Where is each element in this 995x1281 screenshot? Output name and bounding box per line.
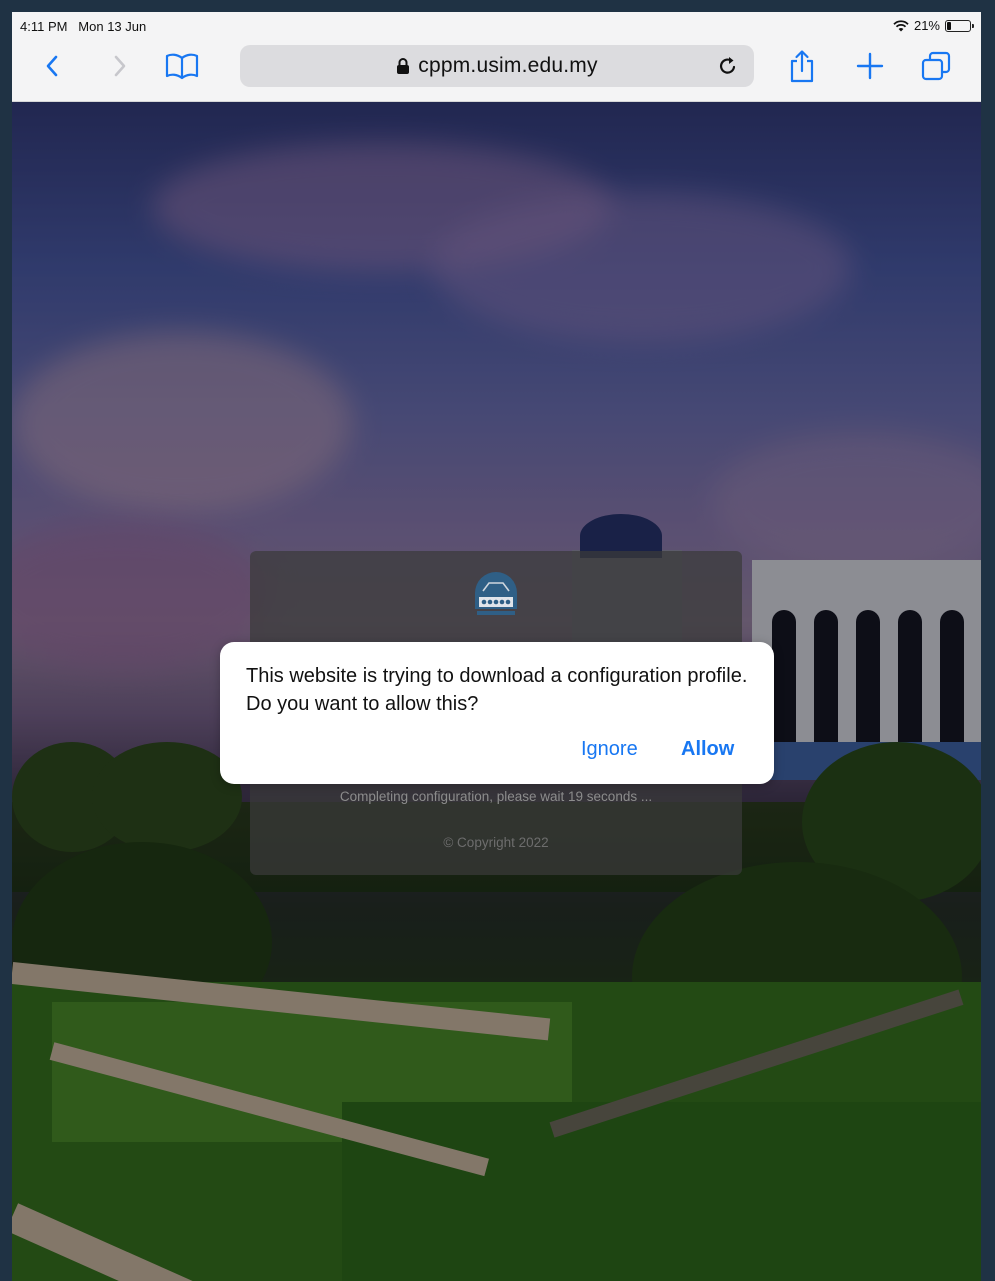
tabs-icon xyxy=(921,51,951,81)
status-bar: 4:11 PM Mon 13 Jun 21% xyxy=(12,12,981,40)
ignore-button[interactable]: Ignore xyxy=(581,738,638,761)
address-bar[interactable]: cppm.usim.edu.my xyxy=(240,45,754,87)
battery-percent: 21% xyxy=(913,18,940,33)
new-tab-button[interactable] xyxy=(852,48,888,84)
back-button[interactable] xyxy=(34,48,70,84)
url-text: cppm.usim.edu.my xyxy=(418,54,598,77)
chevron-left-icon xyxy=(46,55,58,77)
status-time: 4:11 PM Mon 13 Jun xyxy=(20,19,147,34)
reload-button[interactable] xyxy=(716,54,740,78)
device-screen: 4:11 PM Mon 13 Jun 21% cppm.usim.edu.my … xyxy=(12,12,981,1281)
progress-text: Completing configuration, please wait 19… xyxy=(339,789,653,804)
background-photo: Completing configuration, please wait 19… xyxy=(12,102,981,1281)
share-icon xyxy=(790,50,814,83)
browser-chrome: 4:11 PM Mon 13 Jun 21% cppm.usim.edu.my xyxy=(12,12,981,102)
bookmarks-button[interactable] xyxy=(164,48,200,84)
download-profile-alert: This website is trying to download a con… xyxy=(220,642,774,784)
allow-button[interactable]: Allow xyxy=(681,738,734,761)
forward-button[interactable] xyxy=(102,48,138,84)
lock-icon xyxy=(396,57,410,75)
university-logo xyxy=(475,572,517,615)
wifi-icon xyxy=(893,19,909,31)
alert-message: This website is trying to download a con… xyxy=(246,665,748,715)
tabs-button[interactable] xyxy=(918,48,954,84)
chevron-right-icon xyxy=(114,55,126,77)
copyright-text: © Copyright 2022 xyxy=(443,835,549,850)
share-button[interactable] xyxy=(784,48,820,84)
battery-icon xyxy=(945,19,974,32)
reload-icon xyxy=(720,57,736,74)
status-date: Mon 13 Jun xyxy=(78,19,147,34)
book-icon xyxy=(165,53,199,80)
browser-toolbar: cppm.usim.edu.my xyxy=(12,42,981,90)
plus-icon xyxy=(856,52,884,80)
status-right: 21% xyxy=(893,18,974,33)
